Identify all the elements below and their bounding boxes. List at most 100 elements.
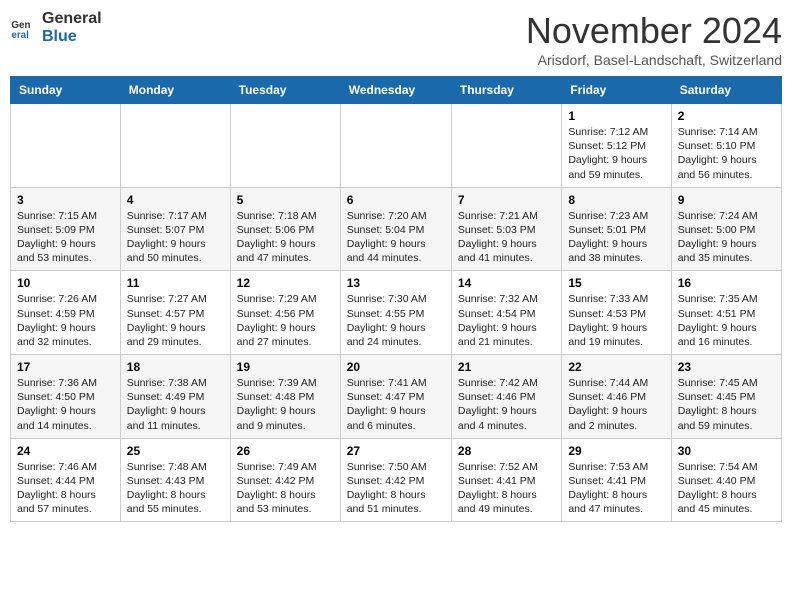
calendar-cell: 17 Sunrise: 7:36 AM Sunset: 4:50 PM Dayli… [11,355,121,439]
day-number: 30 [678,444,775,458]
day-info: Sunrise: 7:23 AM Sunset: 5:01 PM Dayligh… [568,209,664,266]
col-header-monday: Monday [120,77,230,104]
day-info: Sunrise: 7:36 AM Sunset: 4:50 PM Dayligh… [17,376,114,433]
calendar-cell: 22 Sunrise: 7:44 AM Sunset: 4:46 PM Dayli… [562,355,671,439]
day-info: Sunrise: 7:38 AM Sunset: 4:49 PM Dayligh… [127,376,224,433]
calendar-week-row: 3 Sunrise: 7:15 AM Sunset: 5:09 PM Daylig… [11,187,782,271]
day-info: Sunrise: 7:42 AM Sunset: 4:46 PM Dayligh… [458,376,555,433]
day-info: Sunrise: 7:26 AM Sunset: 4:59 PM Dayligh… [17,292,114,349]
calendar-cell: 12 Sunrise: 7:29 AM Sunset: 4:56 PM Dayli… [230,271,340,355]
col-header-wednesday: Wednesday [340,77,451,104]
day-info: Sunrise: 7:50 AM Sunset: 4:42 PM Dayligh… [347,460,445,517]
day-number: 11 [127,276,224,290]
month-title: November 2024 [526,10,782,52]
calendar-header-row: SundayMondayTuesdayWednesdayThursdayFrid… [11,77,782,104]
day-info: Sunrise: 7:24 AM Sunset: 5:00 PM Dayligh… [678,209,775,266]
calendar-cell: 2Sunrise: 7:14 AM Sunset: 5:10 PM Daylig… [671,104,781,188]
day-info: Sunrise: 7:48 AM Sunset: 4:43 PM Dayligh… [127,460,224,517]
day-info: Sunrise: 7:20 AM Sunset: 5:04 PM Dayligh… [347,209,445,266]
day-info: Sunrise: 7:15 AM Sunset: 5:09 PM Dayligh… [17,209,114,266]
calendar-cell: 19Sunrise: 7:39 AM Sunset: 4:48 PM Dayli… [230,355,340,439]
day-info: Sunrise: 7:53 AM Sunset: 4:41 PM Dayligh… [568,460,664,517]
day-number: 8 [568,193,664,207]
col-header-sunday: Sunday [11,77,121,104]
day-number: 15 [568,276,664,290]
day-number: 12 [237,276,334,290]
calendar-cell: 5Sunrise: 7:18 AM Sunset: 5:06 PM Daylig… [230,187,340,271]
calendar-cell: 4Sunrise: 7:17 AM Sunset: 5:07 PM Daylig… [120,187,230,271]
calendar-cell: 21 Sunrise: 7:42 AM Sunset: 4:46 PM Dayli… [451,355,561,439]
logo-icon: Gen eral [10,14,38,42]
calendar-table: SundayMondayTuesdayWednesdayThursdayFrid… [10,76,782,522]
calendar-cell: 7Sunrise: 7:21 AM Sunset: 5:03 PM Daylig… [451,187,561,271]
day-info: Sunrise: 7:32 AM Sunset: 4:54 PM Dayligh… [458,292,555,349]
calendar-cell: 13 Sunrise: 7:30 AM Sunset: 4:55 PM Dayli… [340,271,451,355]
day-number: 22 [568,360,664,374]
day-number: 14 [458,276,555,290]
calendar-cell [340,104,451,188]
calendar-week-row: 10 Sunrise: 7:26 AM Sunset: 4:59 PM Dayli… [11,271,782,355]
day-number: 29 [568,444,664,458]
calendar-cell: 25Sunrise: 7:48 AM Sunset: 4:43 PM Dayli… [120,438,230,522]
calendar-cell [230,104,340,188]
day-info: Sunrise: 7:30 AM Sunset: 4:55 PM Dayligh… [347,292,445,349]
day-info: Sunrise: 7:33 AM Sunset: 4:53 PM Dayligh… [568,292,664,349]
day-number: 1 [568,109,664,123]
calendar-cell: 24 Sunrise: 7:46 AM Sunset: 4:44 PM Dayli… [11,438,121,522]
logo-text-line1: General [42,10,102,28]
location-subtitle: Arisdorf, Basel-Landschaft, Switzerland [526,52,782,68]
day-number: 3 [17,193,114,207]
day-info: Sunrise: 7:46 AM Sunset: 4:44 PM Dayligh… [17,460,114,517]
day-number: 23 [678,360,775,374]
calendar-cell: 27 Sunrise: 7:50 AM Sunset: 4:42 PM Dayli… [340,438,451,522]
day-info: Sunrise: 7:44 AM Sunset: 4:46 PM Dayligh… [568,376,664,433]
svg-text:eral: eral [11,29,29,40]
day-info: Sunrise: 7:35 AM Sunset: 4:51 PM Dayligh… [678,292,775,349]
calendar-cell [451,104,561,188]
calendar-cell [120,104,230,188]
day-number: 17 [17,360,114,374]
day-number: 20 [347,360,445,374]
day-info: Sunrise: 7:45 AM Sunset: 4:45 PM Dayligh… [678,376,775,433]
day-info: Sunrise: 7:21 AM Sunset: 5:03 PM Dayligh… [458,209,555,266]
day-number: 4 [127,193,224,207]
col-header-tuesday: Tuesday [230,77,340,104]
calendar-cell: 10 Sunrise: 7:26 AM Sunset: 4:59 PM Dayli… [11,271,121,355]
day-info: Sunrise: 7:12 AM Sunset: 5:12 PM Dayligh… [568,125,664,182]
day-number: 9 [678,193,775,207]
day-number: 2 [678,109,775,123]
day-number: 28 [458,444,555,458]
col-header-saturday: Saturday [671,77,781,104]
calendar-cell: 6 Sunrise: 7:20 AM Sunset: 5:04 PM Daylig… [340,187,451,271]
calendar-cell: 3 Sunrise: 7:15 AM Sunset: 5:09 PM Daylig… [11,187,121,271]
day-number: 6 [347,193,445,207]
calendar-cell [11,104,121,188]
calendar-cell: 9 Sunrise: 7:24 AM Sunset: 5:00 PM Daylig… [671,187,781,271]
day-number: 21 [458,360,555,374]
calendar-cell: 1 Sunrise: 7:12 AM Sunset: 5:12 PM Daylig… [562,104,671,188]
calendar-cell: 28 Sunrise: 7:52 AM Sunset: 4:41 PM Dayli… [451,438,561,522]
logo: Gen eral General Blue [10,10,102,45]
calendar-cell: 14 Sunrise: 7:32 AM Sunset: 4:54 PM Dayli… [451,271,561,355]
calendar-cell: 16 Sunrise: 7:35 AM Sunset: 4:51 PM Dayli… [671,271,781,355]
title-area: November 2024 Arisdorf, Basel-Landschaft… [526,10,782,68]
calendar-week-row: 24 Sunrise: 7:46 AM Sunset: 4:44 PM Dayli… [11,438,782,522]
calendar-cell: 11 Sunrise: 7:27 AM Sunset: 4:57 PM Dayli… [120,271,230,355]
calendar-week-row: 1 Sunrise: 7:12 AM Sunset: 5:12 PM Daylig… [11,104,782,188]
day-number: 16 [678,276,775,290]
day-number: 27 [347,444,445,458]
day-info: Sunrise: 7:27 AM Sunset: 4:57 PM Dayligh… [127,292,224,349]
day-info: Sunrise: 7:29 AM Sunset: 4:56 PM Dayligh… [237,292,334,349]
calendar-cell: 8 Sunrise: 7:23 AM Sunset: 5:01 PM Daylig… [562,187,671,271]
day-number: 10 [17,276,114,290]
day-number: 24 [17,444,114,458]
calendar-cell: 23 Sunrise: 7:45 AM Sunset: 4:45 PM Dayli… [671,355,781,439]
calendar-cell: 26Sunrise: 7:49 AM Sunset: 4:42 PM Dayli… [230,438,340,522]
day-info: Sunrise: 7:18 AM Sunset: 5:06 PM Dayligh… [237,209,334,266]
day-info: Sunrise: 7:49 AM Sunset: 4:42 PM Dayligh… [237,460,334,517]
day-number: 13 [347,276,445,290]
day-info: Sunrise: 7:52 AM Sunset: 4:41 PM Dayligh… [458,460,555,517]
day-number: 18 [127,360,224,374]
col-header-friday: Friday [562,77,671,104]
day-info: Sunrise: 7:41 AM Sunset: 4:47 PM Dayligh… [347,376,445,433]
